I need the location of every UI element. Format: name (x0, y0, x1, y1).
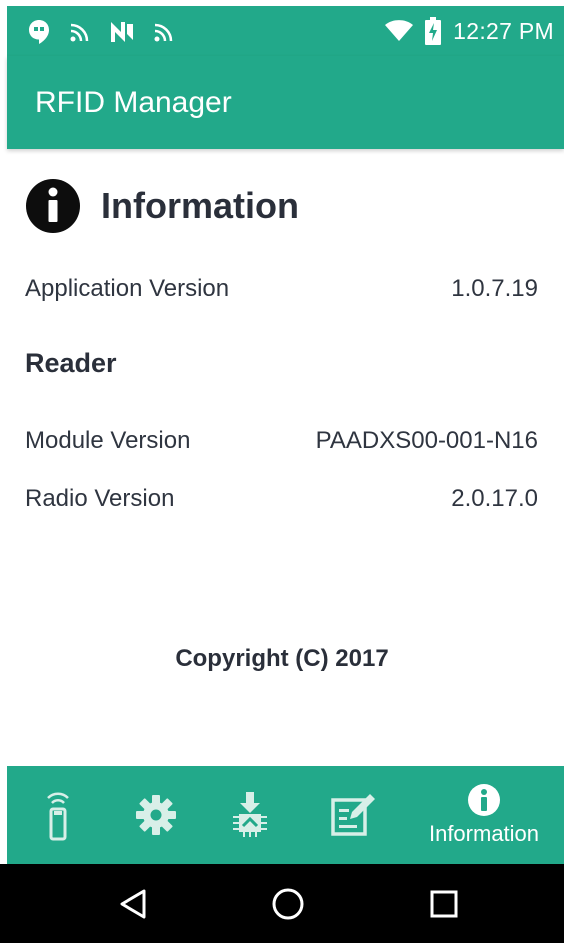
nav-item-information[interactable]: Information (417, 766, 551, 864)
wifi-icon (385, 20, 414, 41)
module-version-row: Module Version PAADXS00-001-N16 (25, 427, 538, 455)
nfc-icon (111, 22, 133, 42)
nav-label-information: Information (428, 821, 540, 846)
module-version-label: Module Version (25, 427, 191, 454)
reader-section-heading: Reader (25, 348, 117, 378)
back-button[interactable] (93, 864, 173, 943)
app-version-label: Application Version (25, 275, 230, 302)
app-version-row: Application Version 1.0.7.19 (25, 275, 538, 303)
copyright-text: Copyright (C) 2017 (175, 645, 389, 672)
app-title: RFID Manager (35, 86, 232, 119)
radio-version-row: Radio Version 2.0.17.0 (25, 485, 538, 513)
edit-document-icon (331, 794, 375, 836)
recents-button[interactable] (404, 864, 484, 943)
radio-version-value: 2.0.17.0 (451, 485, 538, 512)
module-version-value: PAADXS00-001-N16 (315, 427, 538, 454)
notification-icons (27, 19, 175, 45)
back-icon (120, 889, 146, 918)
info-icon (468, 784, 500, 816)
rfid-reader-icon (47, 792, 69, 841)
gear-icon (136, 795, 176, 835)
recents-icon (430, 890, 458, 917)
nav-item-logging[interactable] (325, 766, 381, 864)
status-time: 12:27 PM (453, 17, 554, 44)
app-bar: RFID Manager (7, 56, 564, 149)
cast-icon (154, 23, 173, 42)
cast-icon (70, 23, 89, 42)
info-icon (26, 179, 80, 233)
system-navigation-bar (0, 864, 564, 943)
nav-item-firmware[interactable] (225, 766, 275, 864)
information-heading: Information (25, 178, 299, 234)
home-button[interactable] (248, 864, 328, 943)
nav-item-settings[interactable] (126, 766, 186, 864)
app-version-value: 1.0.7.19 (451, 275, 538, 302)
radio-version-label: Radio Version (25, 485, 175, 512)
hangouts-icon (29, 20, 49, 44)
page-title: Information (101, 185, 299, 226)
download-chip-icon (233, 792, 267, 837)
battery-charging-icon (425, 17, 442, 45)
bottom-navigation: Information (7, 766, 564, 864)
status-bar: 12:27 PM (7, 6, 564, 56)
status-right: 12:27 PM (385, 6, 554, 56)
nav-item-reader[interactable] (33, 766, 83, 864)
home-icon (272, 888, 304, 919)
